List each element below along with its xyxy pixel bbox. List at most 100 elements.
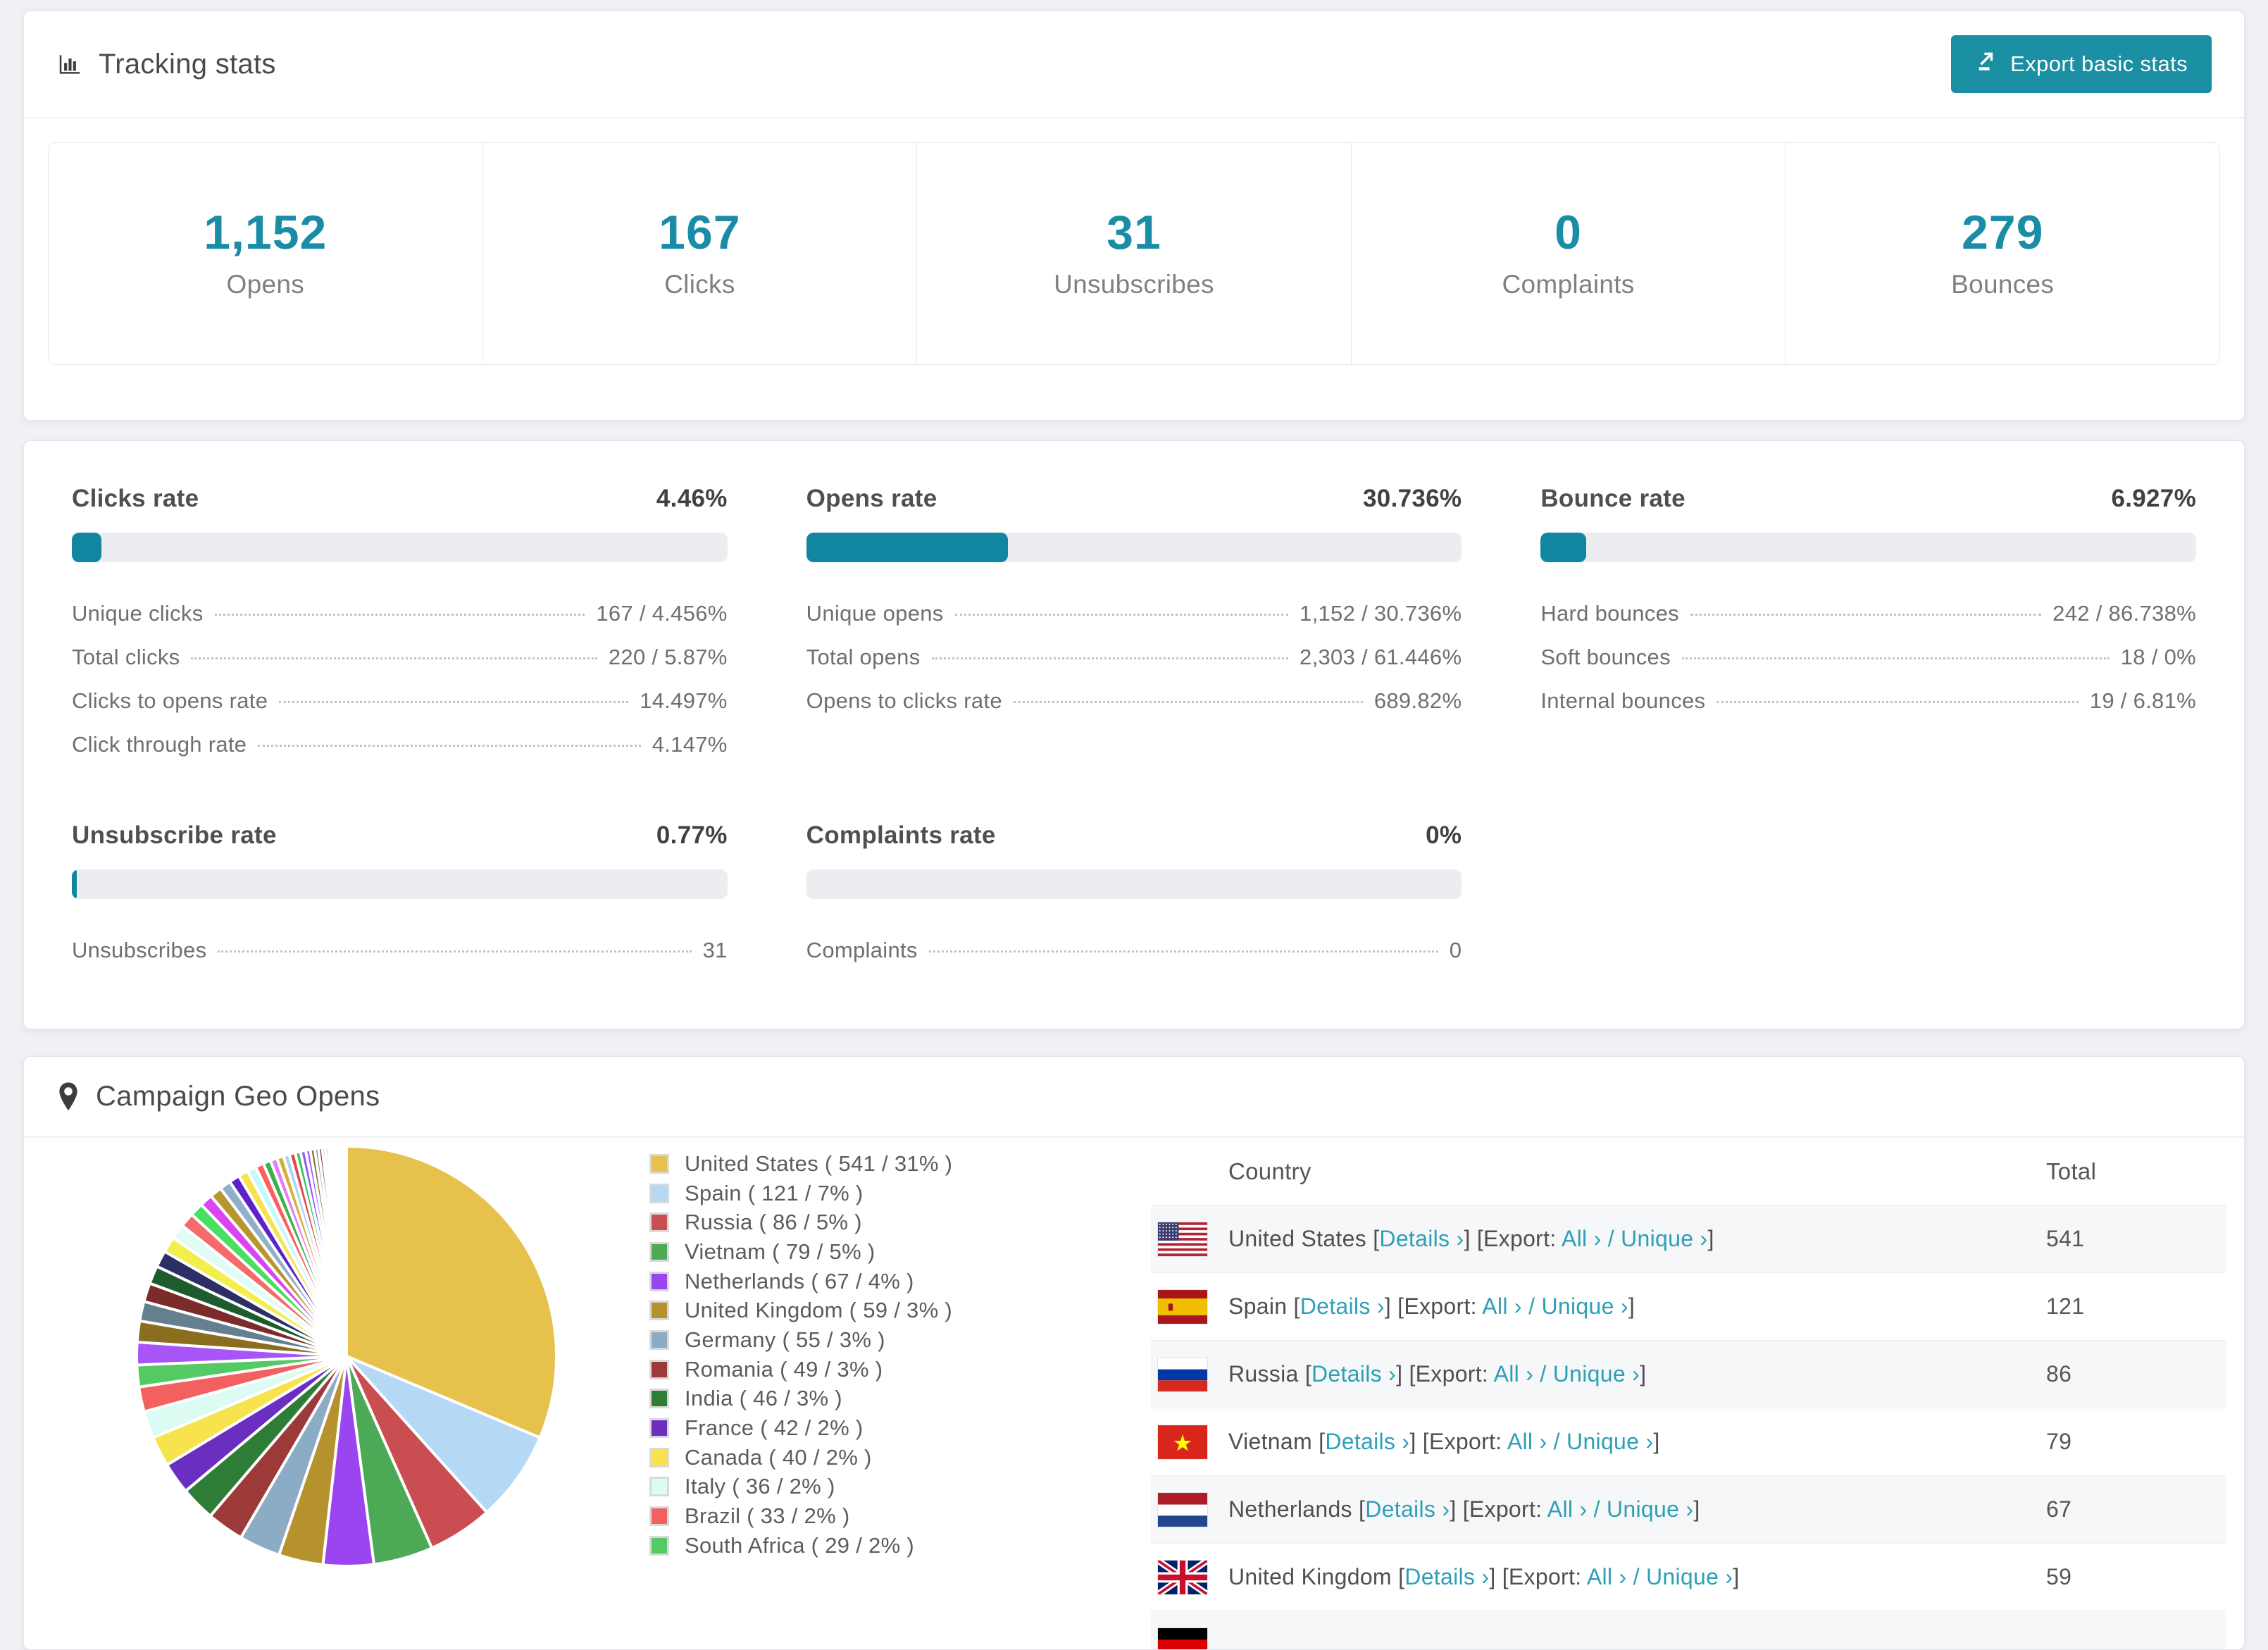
rate-detail-value: 18 / 0% <box>2120 645 2196 669</box>
dotted-leader <box>1690 614 2042 616</box>
rate-detail-value: 14.497% <box>640 688 728 713</box>
summary-stat-value: 0 <box>1554 206 1582 259</box>
export-unique-link[interactable]: Unique › <box>1607 1496 1693 1522</box>
legend-item-spain[interactable]: Spain ( 121 / 7% ) <box>649 1179 1151 1208</box>
summary-stats-row: 1,152 Opens 167 Clicks 31 Unsubscribes 0 Compla… <box>48 142 2220 365</box>
legend-label: India ( 46 / 3% ) <box>685 1386 842 1411</box>
legend-item-germany[interactable]: Germany ( 55 / 3% ) <box>649 1325 1151 1355</box>
legend-item-south-africa[interactable]: South Africa ( 29 / 2% ) <box>649 1531 1151 1561</box>
export-icon <box>1975 49 1999 79</box>
export-all-link[interactable]: All › <box>1507 1429 1547 1454</box>
export-all-link[interactable]: All › <box>1547 1496 1588 1522</box>
legend-item-united-kingdom[interactable]: United Kingdom ( 59 / 3% ) <box>649 1296 1151 1325</box>
details-link[interactable]: Details › <box>1404 1564 1489 1589</box>
rate-detail-value: 1,152 / 30.736% <box>1300 601 1462 626</box>
table-row-netherlands: Netherlands [Details ›] [Export: All › /… <box>1151 1475 2226 1543</box>
details-link[interactable]: Details › <box>1379 1226 1464 1251</box>
legend-color-swatch <box>649 1359 669 1379</box>
geo-pie-chart[interactable] <box>24 1138 649 1649</box>
legend-color-swatch <box>649 1418 669 1439</box>
rate-detail-label: Clicks to opens rate <box>72 688 268 713</box>
rate-title: Clicks rate <box>72 485 199 512</box>
rate-progress-fill <box>72 533 101 562</box>
legend-label: Germany ( 55 / 3% ) <box>685 1327 885 1352</box>
details-link[interactable]: Details › <box>1365 1496 1450 1522</box>
rate-detail-value: 19 / 6.81% <box>2089 688 2196 713</box>
rates-card: Clicks rate 4.46% Unique clicks 167 / 4.456… <box>23 440 2245 1029</box>
summary-stat-value: 167 <box>659 206 741 259</box>
rate-section-unsubscribe-rate: Unsubscribe rate 0.77% Unsubscribes 31 <box>72 821 728 972</box>
export-unique-link[interactable]: Unique › <box>1553 1361 1640 1387</box>
legend-label: United Kingdom ( 59 / 3% ) <box>685 1298 952 1323</box>
rate-detail-label: Click through rate <box>72 732 247 757</box>
pie-slice[interactable] <box>344 1144 348 1357</box>
export-unique-link[interactable]: Unique › <box>1646 1564 1733 1589</box>
table-row-russia: Russia [Details ›] [Export: All › / Uniq… <box>1151 1340 2226 1408</box>
rate-section-clicks-rate: Clicks rate 4.46% Unique clicks 167 / 4.456… <box>72 485 728 767</box>
legend-item-netherlands[interactable]: Netherlands ( 67 / 4% ) <box>649 1267 1151 1296</box>
export-all-link[interactable]: All › <box>1494 1361 1534 1387</box>
export-unique-link[interactable]: Unique › <box>1566 1429 1653 1454</box>
export-unique-link[interactable]: Unique › <box>1621 1226 1707 1251</box>
legend-label: Italy ( 36 / 2% ) <box>685 1474 835 1499</box>
rate-title: Complaints rate <box>806 821 996 849</box>
rate-detail-label: Total opens <box>806 645 921 669</box>
dotted-leader <box>218 950 692 953</box>
export-slash: / <box>1521 1294 1542 1319</box>
export-all-link[interactable]: All › <box>1587 1564 1627 1589</box>
summary-stat-label: Bounces <box>1951 270 2055 299</box>
legend-item-romania[interactable]: Romania ( 49 / 3% ) <box>649 1355 1151 1384</box>
legend-item-canada[interactable]: Canada ( 40 / 2% ) <box>649 1443 1151 1472</box>
legend-item-vietnam[interactable]: Vietnam ( 79 / 5% ) <box>649 1237 1151 1267</box>
legend-color-swatch <box>649 1329 669 1350</box>
tracking-stats-title-text: Tracking stats <box>99 48 276 80</box>
legend-item-france[interactable]: France ( 42 / 2% ) <box>649 1413 1151 1443</box>
legend-item-brazil[interactable]: Brazil ( 33 / 2% ) <box>649 1501 1151 1531</box>
column-header-country: Country <box>1228 1158 1311 1184</box>
legend-label: Russia ( 86 / 5% ) <box>685 1210 862 1235</box>
legend-item-italy[interactable]: Italy ( 36 / 2% ) <box>649 1472 1151 1502</box>
rate-progress-fill <box>72 869 77 899</box>
export-all-link[interactable]: All › <box>1482 1294 1522 1319</box>
rate-detail-value: 2,303 / 61.446% <box>1300 645 1462 669</box>
country-name: Russia <box>1228 1361 1299 1387</box>
dotted-leader <box>1681 657 2110 659</box>
dotted-leader <box>928 950 1438 953</box>
bar-chart-icon <box>56 51 83 77</box>
country-total: 86 <box>2046 1361 2072 1387</box>
column-header-total: Total <box>2046 1158 2097 1184</box>
table-row-united-kingdom: United Kingdom [Details ›] [Export: All … <box>1151 1543 2226 1611</box>
details-link[interactable]: Details › <box>1325 1429 1409 1454</box>
dotted-leader <box>191 657 597 659</box>
export-slash: / <box>1587 1496 1607 1522</box>
country-total: 541 <box>2046 1226 2085 1251</box>
legend-color-swatch <box>649 1535 669 1556</box>
geo-opens-header: Campaign Geo Opens <box>24 1057 2244 1138</box>
export-basic-stats-button[interactable]: Export basic stats <box>1951 35 2212 93</box>
details-link[interactable]: Details › <box>1300 1294 1385 1319</box>
legend-item-russia[interactable]: Russia ( 86 / 5% ) <box>649 1208 1151 1237</box>
map-pin-icon <box>56 1081 80 1112</box>
summary-stat-bounces: 279 Bounces <box>1786 143 2219 364</box>
details-link[interactable]: Details › <box>1311 1361 1396 1387</box>
legend-color-swatch <box>649 1241 669 1262</box>
legend-item-india[interactable]: India ( 46 / 3% ) <box>649 1384 1151 1414</box>
ru-flag-icon <box>1157 1356 1208 1392</box>
rate-detail-row: Hard bounces 242 / 86.738% <box>1540 592 2196 635</box>
summary-stat-label: Clicks <box>664 270 735 299</box>
rate-section-opens-rate: Opens rate 30.736% Unique opens 1,152 / 30.… <box>806 485 1462 767</box>
rate-progress-bar <box>1540 533 2196 562</box>
nl-flag-icon <box>1157 1491 1208 1527</box>
rates-grid: Clicks rate 4.46% Unique clicks 167 / 4.456… <box>72 485 2196 972</box>
legend-label: Brazil ( 33 / 2% ) <box>685 1503 850 1529</box>
legend-color-swatch <box>649 1389 669 1409</box>
rate-detail-value: 4.147% <box>652 732 728 757</box>
rate-detail-row: Internal bounces 19 / 6.81% <box>1540 679 2196 723</box>
export-unique-link[interactable]: Unique › <box>1541 1294 1628 1319</box>
geo-table-header: Country Total <box>1151 1138 2226 1205</box>
summary-stat-clicks: 167 Clicks <box>483 143 918 364</box>
export-all-link[interactable]: All › <box>1562 1226 1602 1251</box>
legend-item-united-states[interactable]: United States ( 541 / 31% ) <box>649 1149 1151 1179</box>
legend-label: Netherlands ( 67 / 4% ) <box>685 1268 914 1294</box>
rate-progress-bar <box>72 533 728 562</box>
